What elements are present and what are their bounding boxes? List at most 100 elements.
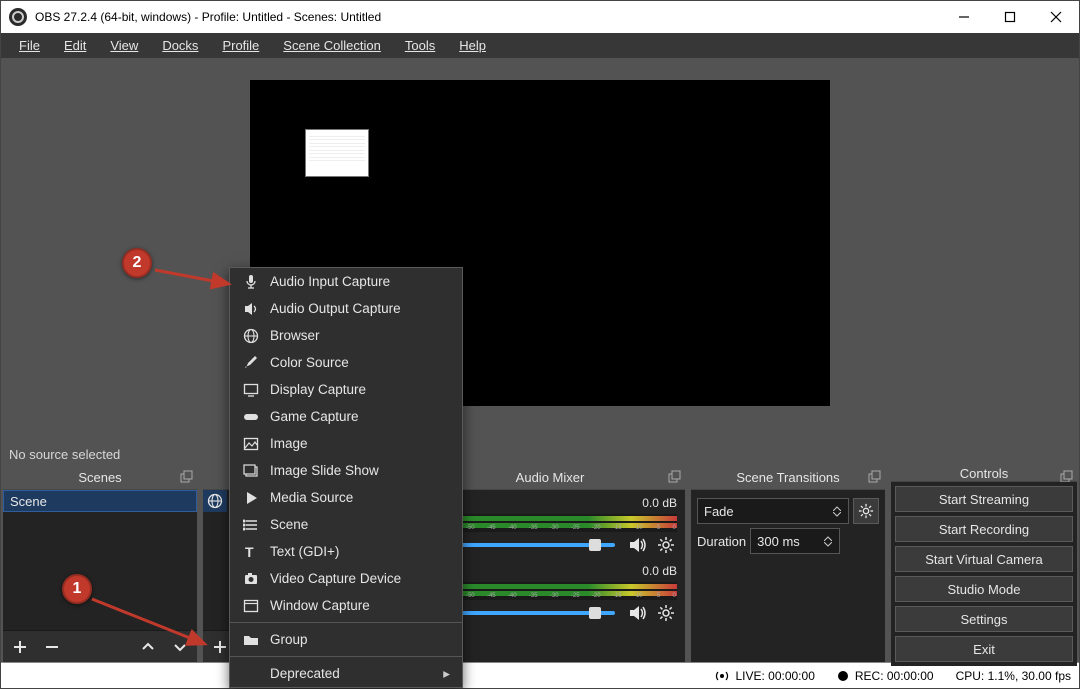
gamepad-icon [242,408,260,426]
ctx-group[interactable]: Group [230,626,462,653]
speaker-icon[interactable] [627,534,649,556]
window-icon [242,597,260,615]
speaker-icon [242,300,260,318]
ctx-video-capture-device[interactable]: Video Capture Device [230,565,462,592]
menu-view[interactable]: View [100,36,148,55]
ctx-label: Group [270,632,308,647]
preview-source-thumbnail[interactable] [305,129,369,177]
ctx-label: Video Capture Device [270,571,401,586]
ctx-display-capture[interactable]: Display Capture [230,376,462,403]
speaker-icon[interactable] [627,602,649,624]
titlebar: OBS 27.2.4 (64-bit, windows) - Profile: … [1,1,1079,33]
ctx-text-gdi[interactable]: T Text (GDI+) [230,538,462,565]
menu-edit[interactable]: Edit [54,36,96,55]
app-icon [9,8,27,26]
ctx-label: Deprecated [270,666,340,681]
start-streaming-button[interactable]: Start Streaming [895,486,1073,512]
popout-icon[interactable] [867,470,881,484]
close-button[interactable] [1033,1,1079,33]
preview-area[interactable] [1,58,1079,442]
cpu-text: CPU: 1.1%, 30.00 fps [956,669,1071,683]
window-title: OBS 27.2.4 (64-bit, windows) - Profile: … [35,10,941,24]
globe-icon [242,327,260,345]
transition-settings-button[interactable] [853,498,879,524]
move-scene-down-button[interactable] [165,634,195,660]
ctx-label: Game Capture [270,409,359,424]
ctx-label: Window Capture [270,598,370,613]
menu-tools[interactable]: Tools [395,36,445,55]
rec-text: REC: 00:00:00 [855,669,934,683]
start-virtual-camera-button[interactable]: Start Virtual Camera [895,546,1073,572]
transitions-dock: Scene Transitions Fade [691,466,885,662]
move-scene-up-button[interactable] [133,634,163,660]
transitions-title: Scene Transitions [736,470,839,485]
cpu-status: CPU: 1.1%, 30.00 fps [956,669,1071,683]
blank-icon [242,665,260,683]
start-recording-button[interactable]: Start Recording [895,516,1073,542]
source-item[interactable] [203,490,227,512]
ctx-game-capture[interactable]: Game Capture [230,403,462,430]
ctx-audio-input-capture[interactable]: Audio Input Capture [230,268,462,295]
ctx-window-capture[interactable]: Window Capture [230,592,462,619]
ctx-image[interactable]: Image [230,430,462,457]
rec-status: REC: 00:00:00 [837,669,934,683]
controls-title: Controls [960,466,1008,481]
ctx-label: Color Source [270,355,349,370]
track-db: 0.0 dB [642,564,677,580]
globe-icon [207,493,223,509]
exit-button[interactable]: Exit [895,636,1073,662]
monitor-icon [242,381,260,399]
gear-icon[interactable] [655,534,677,556]
scene-item[interactable]: Scene [3,490,197,512]
track-db: 0.0 dB [642,496,677,512]
popout-icon[interactable] [179,470,193,484]
scenes-header: Scenes [3,466,197,490]
duration-value: 300 ms [757,534,800,549]
maximize-button[interactable] [987,1,1033,33]
obs-window: OBS 27.2.4 (64-bit, windows) - Profile: … [0,0,1080,689]
transition-value: Fade [704,504,734,519]
docks-row: Scenes Scene [1,466,1079,662]
chevron-updown-icon [821,531,835,551]
ctx-image-slide-show[interactable]: Image Slide Show [230,457,462,484]
ctx-label: Display Capture [270,382,366,397]
ctx-audio-output-capture[interactable]: Audio Output Capture [230,295,462,322]
ctx-label: Text (GDI+) [270,544,339,559]
mixer-title: Audio Mixer [516,470,585,485]
ctx-media-source[interactable]: Media Source [230,484,462,511]
ctx-browser[interactable]: Browser [230,322,462,349]
gear-icon[interactable] [655,602,677,624]
menu-profile[interactable]: Profile [212,36,269,55]
play-icon [242,489,260,507]
minimize-button[interactable] [941,1,987,33]
studio-mode-button[interactable]: Studio Mode [895,576,1073,602]
scenes-title: Scenes [78,470,121,485]
menu-docks[interactable]: Docks [152,36,208,55]
folder-icon [242,631,260,649]
duration-input[interactable]: 300 ms [750,528,840,554]
ctx-scene[interactable]: Scene [230,511,462,538]
scene-item-label: Scene [10,494,47,509]
add-scene-button[interactable] [5,634,35,660]
live-status: LIVE: 00:00:00 [715,669,814,683]
menu-scene-collection[interactable]: Scene Collection [273,36,391,55]
popout-icon[interactable] [667,470,681,484]
ctx-label: Image [270,436,308,451]
menubar: File Edit View Docks Profile Scene Colle… [1,33,1079,58]
live-text: LIVE: 00:00:00 [735,669,814,683]
ctx-label: Scene [270,517,308,532]
transition-select[interactable]: Fade [697,498,849,524]
ctx-label: Audio Input Capture [270,274,390,289]
settings-button[interactable]: Settings [895,606,1073,632]
context-separator [230,622,462,623]
list-icon [242,516,260,534]
menu-file[interactable]: File [9,36,50,55]
scenes-list[interactable]: Scene [3,490,197,630]
menu-help[interactable]: Help [449,36,496,55]
ctx-color-source[interactable]: Color Source [230,349,462,376]
ctx-label: Browser [270,328,320,343]
ctx-deprecated[interactable]: Deprecated ▸ [230,660,462,687]
remove-scene-button[interactable] [37,634,67,660]
selection-status: No source selected [1,442,1079,466]
mic-icon [242,273,260,291]
